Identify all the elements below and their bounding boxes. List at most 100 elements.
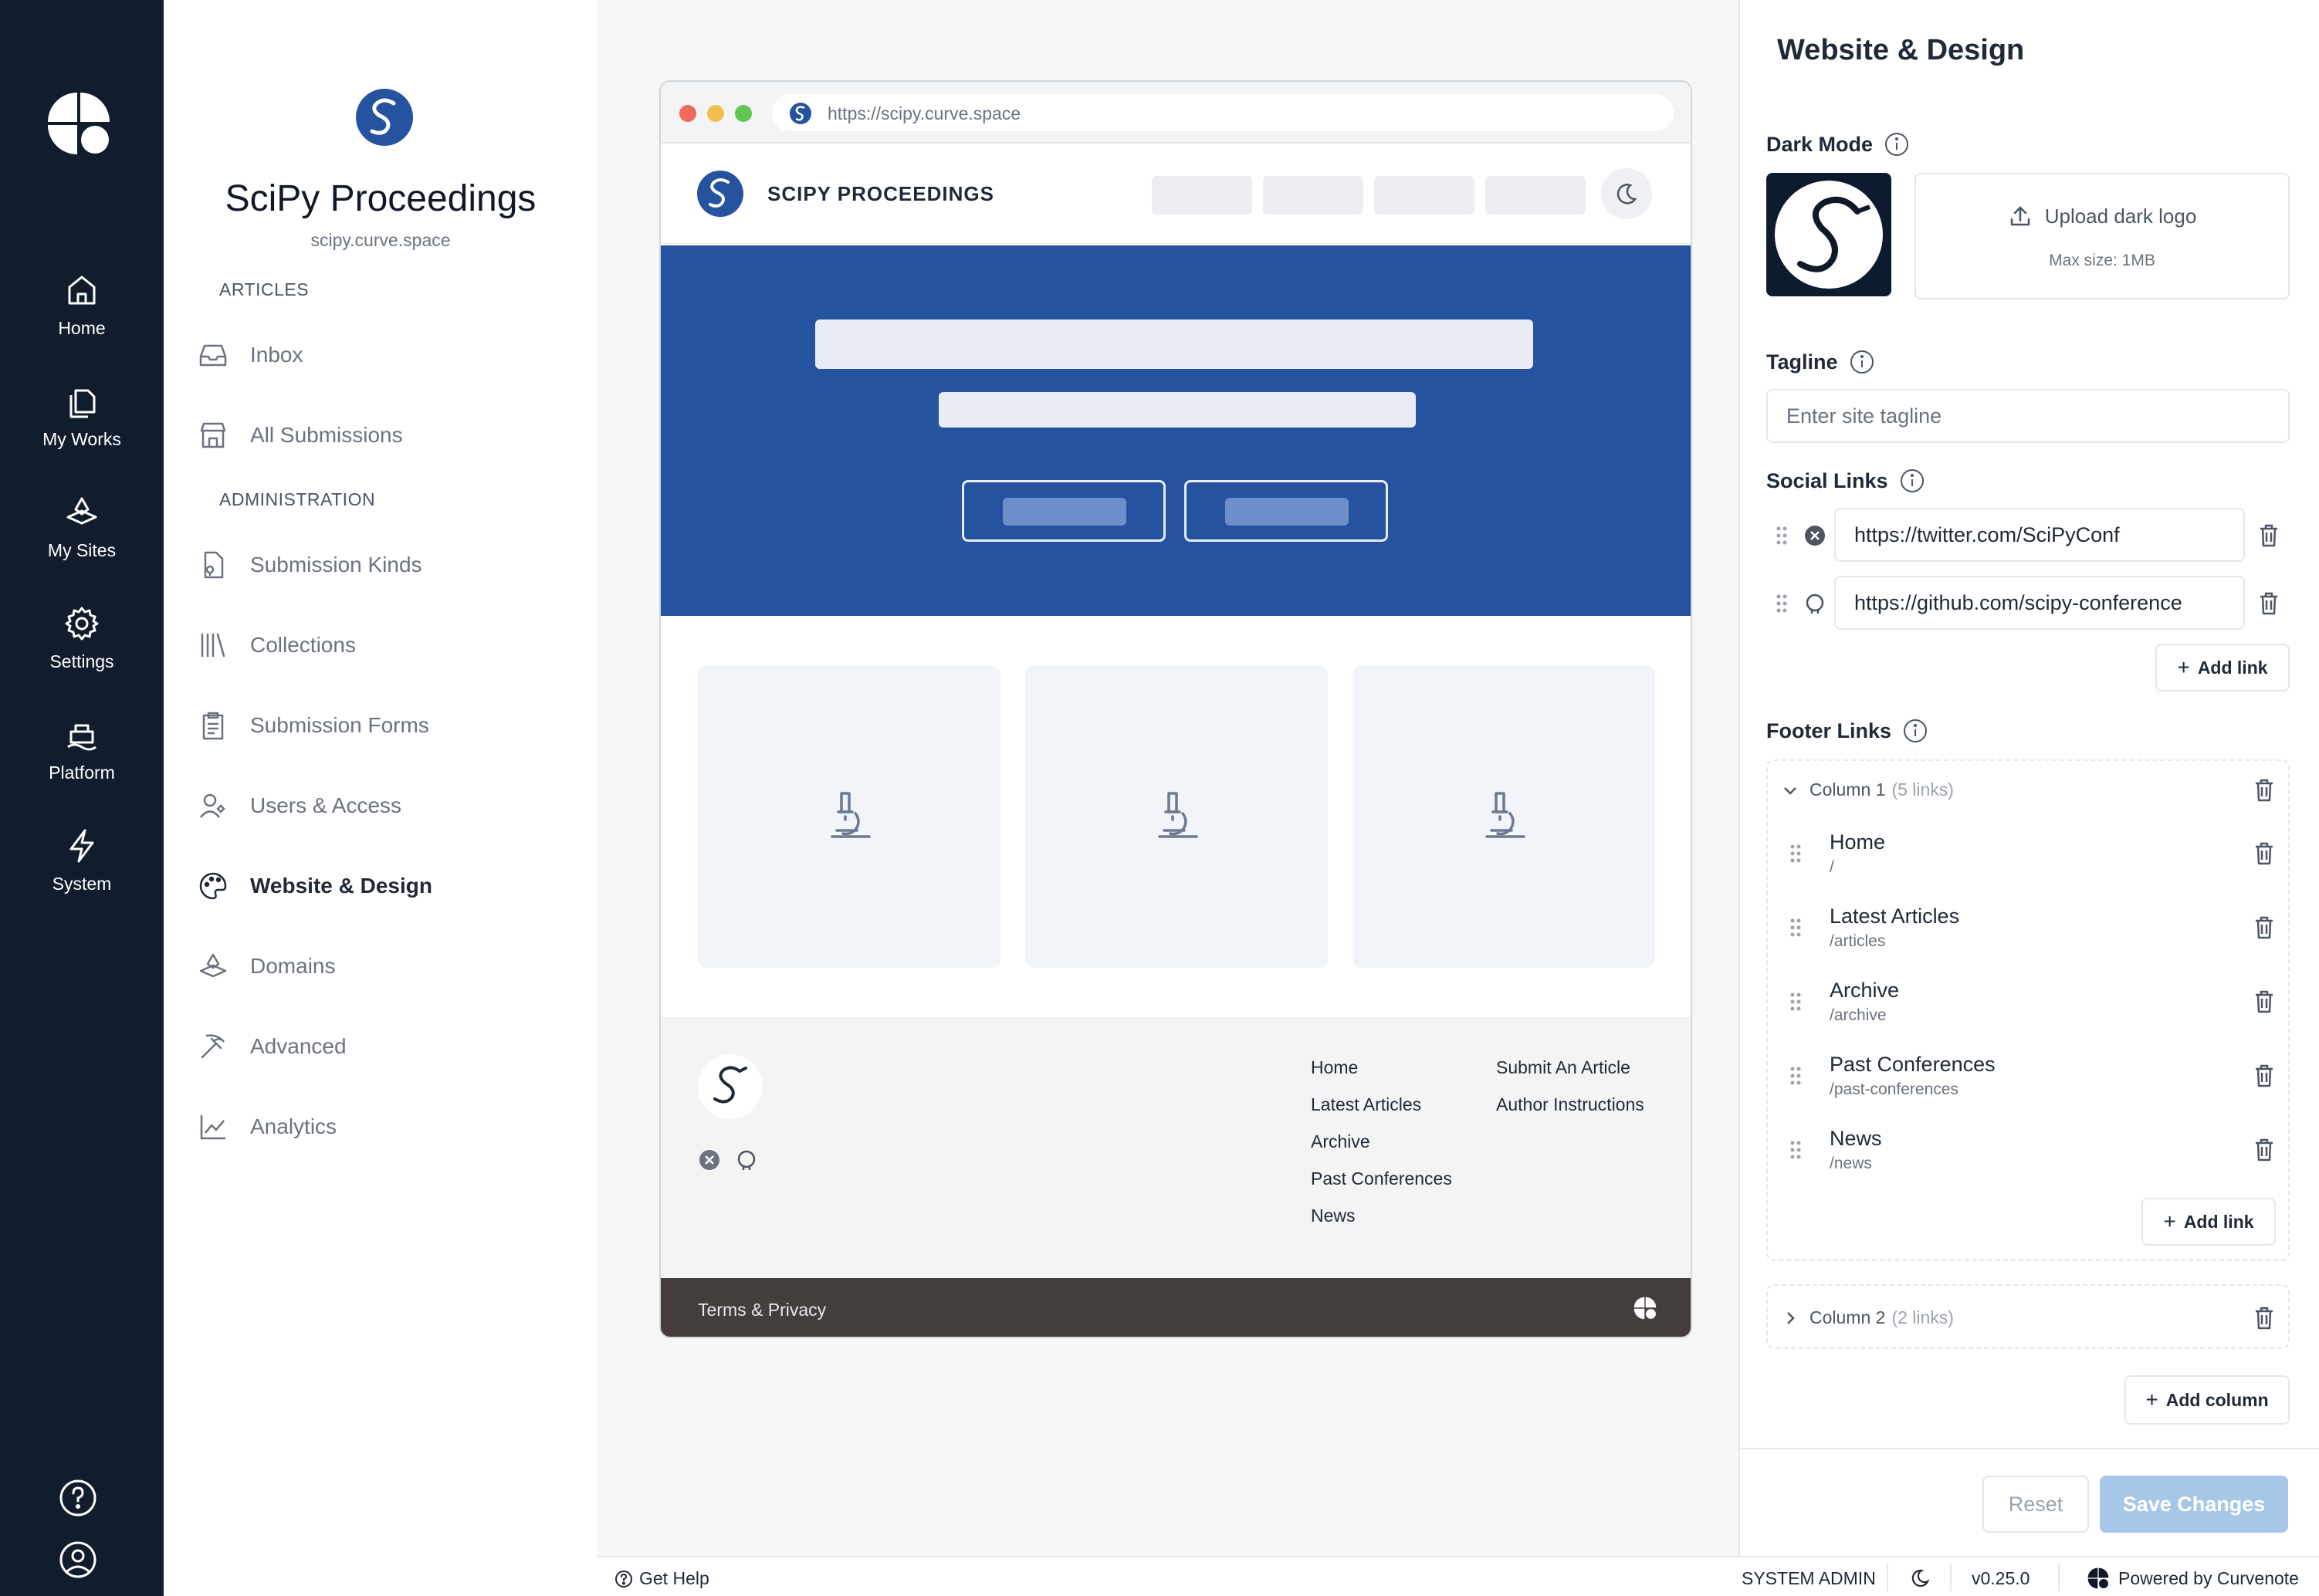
design-settings-panel: Website & Design Dark Mode Upload dark l… <box>1738 0 2319 1556</box>
info-icon[interactable] <box>1899 468 1925 494</box>
social-links-label-text: Social Links <box>1766 468 1888 492</box>
get-help-link[interactable]: Get Help <box>614 1568 709 1589</box>
inbox-icon <box>199 344 227 367</box>
library-icon <box>201 633 225 658</box>
trash-icon[interactable] <box>2253 841 2276 866</box>
drag-handle-icon[interactable] <box>1788 843 1803 864</box>
nav-item-analytics[interactable]: Analytics <box>198 1104 568 1150</box>
footer-links-label-text: Footer Links <box>1766 719 1892 742</box>
footer-link-name[interactable]: Home <box>1830 830 1885 854</box>
help-icon <box>615 1570 632 1588</box>
social-link-input[interactable] <box>1834 576 2245 630</box>
tagline-input[interactable] <box>1766 389 2290 443</box>
nav-item-all-submissions[interactable]: All Submissions <box>198 412 568 458</box>
powered-by-label[interactable]: Powered by Curvenote <box>2118 1568 2299 1589</box>
add-column-label: Add column <box>2165 1389 2269 1410</box>
footer-links-label: Footer Links <box>1766 718 1928 744</box>
nav-item-label: Collections <box>250 633 356 657</box>
rail-item-label: Platform <box>49 762 115 783</box>
rail-item-label: My Sites <box>47 540 117 560</box>
nav-item-advanced[interactable]: Advanced <box>198 1023 568 1070</box>
scipy-logo-icon <box>697 171 743 217</box>
nav-item-users-access[interactable]: Users & Access <box>198 783 568 829</box>
preview-card <box>1352 665 1655 968</box>
trash-icon[interactable] <box>2253 1138 2276 1162</box>
pickaxe-icon <box>201 1034 225 1059</box>
social-link-input[interactable] <box>1834 508 2245 562</box>
tagline-label: Tagline <box>1766 349 1875 375</box>
nav-item-label: Analytics <box>250 1114 337 1138</box>
hero-button-placeholder <box>962 480 1166 542</box>
add-footer-link-button[interactable]: + Add link <box>2141 1198 2276 1246</box>
nav-item-inbox[interactable]: Inbox <box>198 332 568 378</box>
account-icon[interactable] <box>59 1540 97 1579</box>
dark-logo-preview[interactable] <box>1766 173 1891 296</box>
reset-button[interactable]: Reset <box>1982 1476 2089 1533</box>
nav-item-website-design[interactable]: Website & Design <box>198 863 568 909</box>
rail-item-my-sites[interactable]: My Sites <box>0 494 164 561</box>
drag-handle-icon[interactable] <box>1788 917 1803 938</box>
footer-link-name[interactable]: Latest Articles <box>1830 905 1959 928</box>
curvenote-logo-icon[interactable] <box>46 91 111 156</box>
info-icon[interactable] <box>1884 131 1910 157</box>
column-2-header[interactable]: Column 2 (2 links) <box>1782 1307 1954 1328</box>
rail-item-system[interactable]: System <box>0 827 164 894</box>
trash-icon[interactable] <box>2253 1063 2276 1088</box>
trash-icon[interactable] <box>2253 989 2276 1014</box>
microscope-icon <box>1158 792 1198 838</box>
rail-item-settings[interactable]: Settings <box>0 605 164 672</box>
plus-icon: + <box>2145 1388 2158 1412</box>
preview-footer: Home Latest Articles Archive Past Confer… <box>661 1017 1691 1278</box>
terms-privacy-text: Terms & Privacy <box>698 1300 827 1320</box>
rail-item-home[interactable]: Home <box>0 272 164 339</box>
preview-url: https://scipy.curve.space <box>828 103 1021 123</box>
nav-placeholder <box>1152 176 1252 215</box>
drag-handle-icon[interactable] <box>1788 991 1803 1013</box>
info-icon[interactable] <box>1902 718 1928 744</box>
drag-handle-icon[interactable] <box>1774 525 1789 546</box>
nav-item-submission-forms[interactable]: Submission Forms <box>198 702 568 749</box>
footer-link: Home <box>1311 1057 1359 1077</box>
moon-icon <box>1617 184 1637 205</box>
nav-item-collections[interactable]: Collections <box>198 622 568 668</box>
drag-handle-icon[interactable] <box>1788 1139 1803 1161</box>
bolt-icon <box>69 829 94 863</box>
footer-link-name[interactable]: Archive <box>1830 979 1899 1003</box>
info-icon[interactable] <box>1849 349 1875 375</box>
add-social-link-button[interactable]: + Add link <box>2155 644 2290 691</box>
trash-icon[interactable] <box>2253 1306 2276 1331</box>
rail-item-my-works[interactable]: My Works <box>0 383 164 450</box>
footer-link-name[interactable]: News <box>1830 1127 1882 1151</box>
site-url[interactable]: scipy.curve.space <box>164 230 598 251</box>
trash-icon[interactable] <box>2257 523 2280 548</box>
column-1-header[interactable]: Column 1 (5 links) <box>1782 779 1954 800</box>
nav-placeholder <box>1263 176 1363 215</box>
drag-handle-icon[interactable] <box>1788 1065 1803 1087</box>
nav-item-domains[interactable]: Domains <box>198 943 568 989</box>
preview-bottom-bar: Terms & Privacy <box>661 1278 1691 1337</box>
rail-item-platform[interactable]: Platform <box>0 716 164 783</box>
drag-handle-icon[interactable] <box>1774 593 1789 614</box>
nav-item-label: Website & Design <box>250 874 432 898</box>
plus-icon: + <box>2163 1209 2176 1233</box>
hero-button-placeholder <box>1184 480 1388 542</box>
nav-item-label: Domains <box>250 954 336 978</box>
trash-icon[interactable] <box>2257 591 2280 616</box>
divider <box>1887 1564 1888 1591</box>
add-column-button[interactable]: + Add column <box>2124 1375 2290 1425</box>
dark-mode-label-text: Dark Mode <box>1766 132 1874 156</box>
nav-item-submission-kinds[interactable]: Submission Kinds <box>198 542 568 588</box>
footer-link-name[interactable]: Past Conferences <box>1830 1053 1996 1077</box>
footer-link: Author Instructions <box>1496 1094 1644 1114</box>
help-icon[interactable] <box>59 1479 97 1517</box>
favicon-icon <box>790 103 811 124</box>
trash-icon[interactable] <box>2253 778 2276 803</box>
footer-link: Archive <box>1311 1131 1370 1151</box>
trash-icon[interactable] <box>2253 915 2276 940</box>
moon-icon[interactable] <box>1908 1567 1931 1590</box>
microscope-icon <box>831 792 871 838</box>
upload-dark-logo-dropzone[interactable]: Upload dark logo Max size: 1MB <box>1914 173 2290 299</box>
save-changes-button[interactable]: Save Changes <box>2100 1476 2288 1533</box>
footer-link: News <box>1311 1205 1356 1226</box>
nav-placeholder <box>1485 176 1586 215</box>
